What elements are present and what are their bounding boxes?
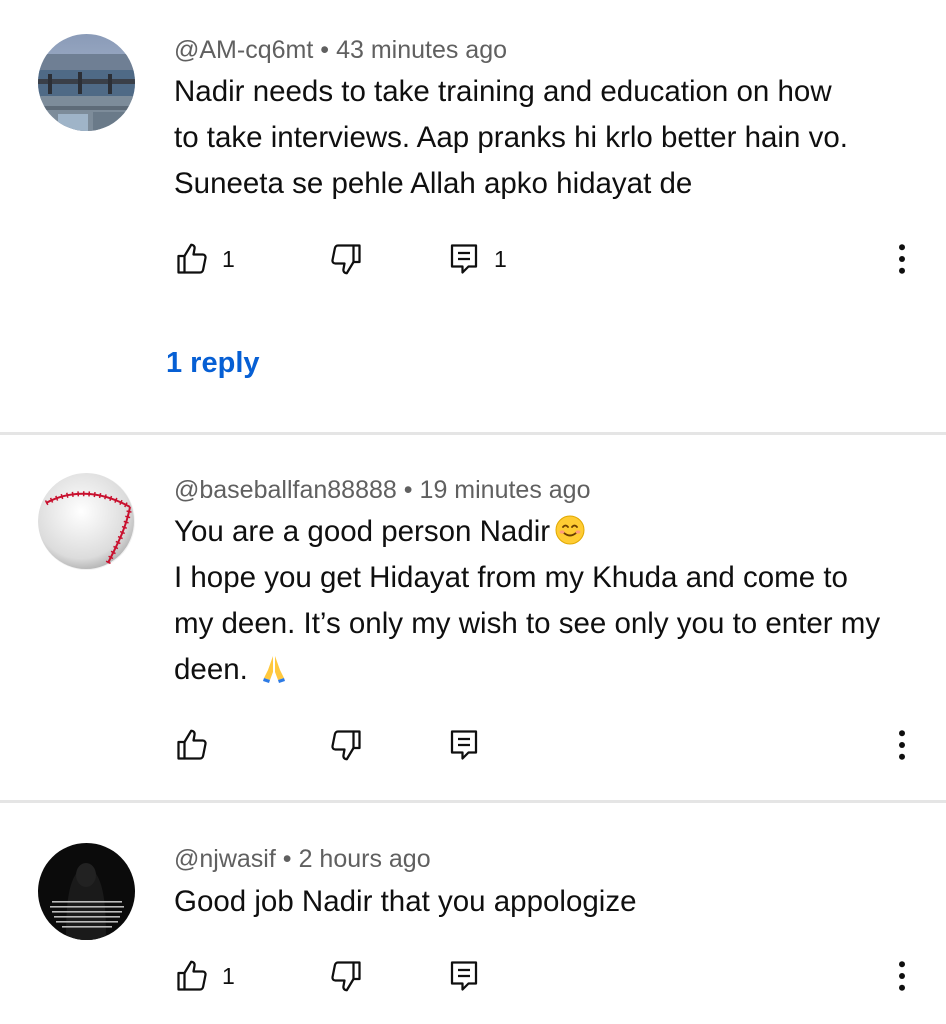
more-options-button[interactable] (884, 953, 920, 999)
comment-author[interactable]: @njwasif (174, 845, 276, 873)
dislike-icon (331, 244, 361, 275)
comment-line: my deen. It’s only my wish to see only y… (174, 607, 881, 640)
comment-actions (0, 722, 946, 768)
separator-dot: • (282, 845, 292, 873)
comment-item: @baseballfan88888 • 19 minutes ago You are… (0, 435, 946, 800)
comment-item: @njwasif • 2 hours ago Good job Nadir that… (0, 803, 946, 1024)
comment-text: Nadir needs to take training and educati… (174, 69, 914, 207)
like-icon (177, 960, 207, 991)
separator-dot: • (403, 476, 413, 504)
like-count: 1 (222, 245, 235, 272)
reply-icon (450, 961, 478, 991)
avatar[interactable] (38, 34, 135, 131)
dislike-button[interactable] (328, 722, 364, 768)
reply-button[interactable] (446, 722, 482, 768)
comment-line: to take interviews. Aap pranks hi krlo b… (174, 121, 848, 154)
comment-line: I hope you get Hidayat from my Khuda and… (174, 561, 848, 594)
reply-icon (450, 730, 478, 760)
comment-text: You are a good person Nadir I hope you g… (174, 509, 914, 693)
reply-button[interactable]: 1 (446, 236, 507, 282)
comment-meta: @njwasif • 2 hours ago (174, 845, 431, 874)
comment-meta: @AM-cq6mt • 43 minutes ago (174, 36, 507, 65)
dislike-button[interactable] (328, 236, 364, 282)
reply-count: 1 (494, 245, 507, 272)
like-button[interactable]: 1 (174, 236, 235, 282)
comment-item: @AM-cq6mt • 43 minutes ago Nadir needs to … (0, 0, 946, 434)
comment-line: Nadir needs to take training and educati… (174, 75, 832, 108)
reply-icon (450, 244, 478, 274)
comment-line: Good job Nadir that you appologize (174, 885, 637, 918)
comment-author[interactable]: @baseballfan88888 (174, 476, 397, 504)
comment-actions: 1 (0, 953, 946, 999)
comment-time: 19 minutes ago (419, 476, 591, 504)
separator-dot: • (320, 36, 330, 64)
dislike-button[interactable] (328, 953, 364, 999)
city-bridge-photo-avatar-icon (38, 34, 135, 131)
more-options-icon (899, 961, 905, 991)
like-button[interactable]: 1 (174, 953, 235, 999)
like-icon (177, 243, 207, 274)
comment-line: Suneeta se pehle Allah apko hidayat de (174, 167, 693, 200)
comment-line: You are a good person Nadir (174, 509, 914, 555)
comment-line: deen. (174, 647, 914, 693)
baseball-avatar-icon (38, 473, 135, 570)
like-count: 1 (222, 962, 235, 989)
comment-meta: @baseballfan88888 • 19 minutes ago (174, 476, 591, 505)
like-button[interactable] (174, 722, 210, 768)
reply-button[interactable] (446, 953, 482, 999)
avatar[interactable] (38, 843, 135, 940)
more-options-button[interactable] (884, 236, 920, 282)
more-options-icon (899, 730, 905, 760)
dark-text-avatar-icon (38, 843, 135, 940)
smiling-face-emoji-icon (555, 515, 585, 545)
comment-text: Good job Nadir that you appologize (174, 879, 914, 925)
dislike-icon (331, 730, 361, 761)
view-replies-link[interactable]: 1 reply (166, 347, 260, 380)
comment-time: 2 hours ago (298, 845, 431, 873)
more-options-icon (899, 244, 905, 274)
comment-actions: 1 1 (0, 236, 946, 282)
comment-time: 43 minutes ago (336, 36, 508, 64)
like-icon (177, 729, 207, 760)
avatar[interactable] (38, 473, 135, 570)
dislike-icon (331, 961, 361, 992)
comment-author[interactable]: @AM-cq6mt (174, 36, 313, 64)
more-options-button[interactable] (884, 722, 920, 768)
folded-hands-emoji-icon (262, 656, 285, 683)
